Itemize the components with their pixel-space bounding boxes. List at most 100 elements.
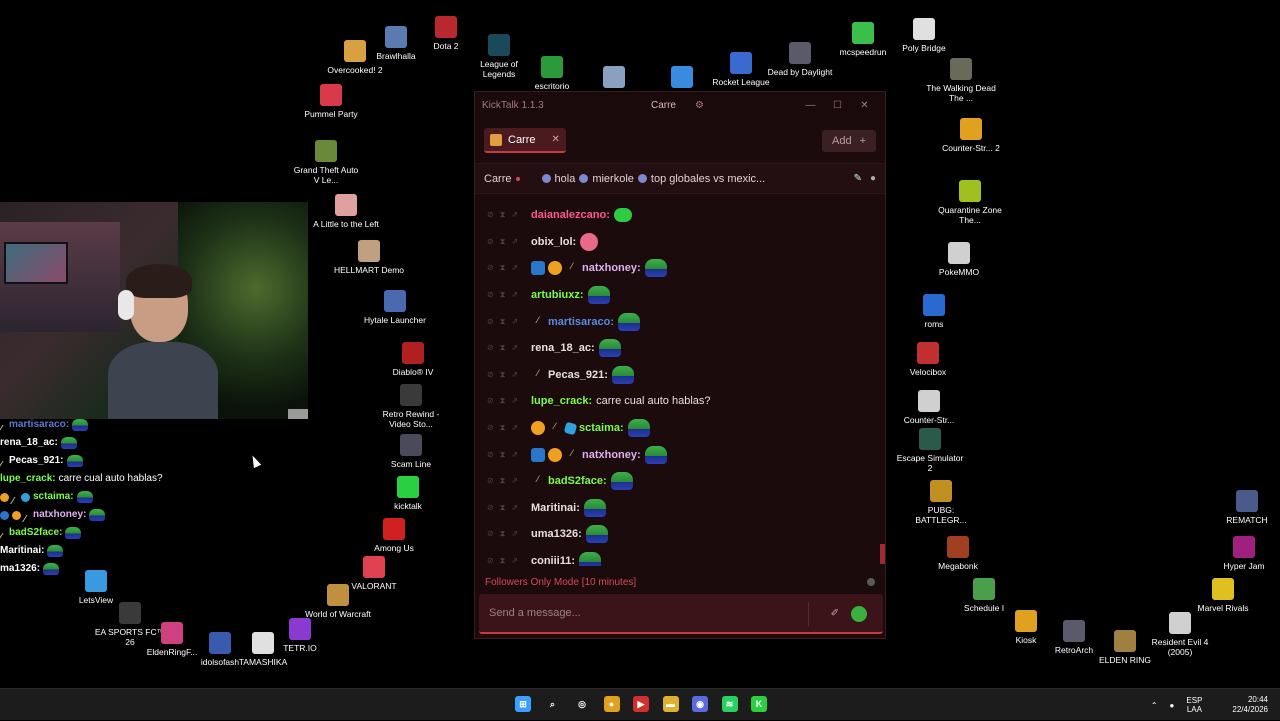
ban-icon[interactable]: ⊘ bbox=[487, 556, 494, 566]
chat-username[interactable]: daianalezcano: bbox=[531, 209, 610, 221]
desktop-icon[interactable]: Overcooked! 2 bbox=[319, 40, 391, 75]
desktop-icon[interactable]: Poly Bridge bbox=[888, 18, 960, 53]
delete-icon[interactable]: ⇗ bbox=[511, 423, 518, 433]
chat-scrollbar[interactable] bbox=[880, 544, 885, 564]
timeout-icon[interactable]: ⧗ bbox=[500, 370, 506, 380]
delete-icon[interactable]: ⇗ bbox=[511, 396, 518, 406]
ban-icon[interactable]: ⊘ bbox=[487, 210, 494, 220]
ban-icon[interactable]: ⊘ bbox=[487, 237, 494, 247]
chat-username[interactable]: natxhoney: bbox=[582, 449, 641, 461]
desktop-icon[interactable]: Megabonk bbox=[922, 536, 994, 571]
chat-input-placeholder[interactable]: Send a message... bbox=[489, 607, 581, 619]
timeout-icon[interactable]: ⧗ bbox=[500, 317, 506, 327]
ban-icon[interactable]: ⊘ bbox=[487, 503, 494, 513]
delete-icon[interactable]: ⇗ bbox=[511, 290, 518, 300]
ban-icon[interactable]: ⊘ bbox=[487, 343, 494, 353]
minimize-button[interactable]: — bbox=[797, 100, 824, 111]
tab-carre[interactable]: Carre ✕ bbox=[484, 128, 566, 153]
timeout-icon[interactable]: ⧗ bbox=[500, 210, 506, 220]
desktop-icon[interactable]: TAMASHIKA bbox=[227, 632, 299, 667]
desktop-icon[interactable]: Counter-Str... bbox=[893, 390, 965, 425]
chat-username[interactable]: uma1326: bbox=[531, 528, 582, 540]
timeout-icon[interactable]: ⧗ bbox=[500, 423, 506, 433]
chevron-up-icon[interactable]: ⌃ bbox=[1151, 701, 1158, 710]
chat-username[interactable]: obix_lol: bbox=[531, 236, 576, 248]
desktop-icon[interactable]: The Walking Dead The ... bbox=[925, 58, 997, 103]
timeout-icon[interactable]: ⧗ bbox=[500, 263, 506, 273]
delete-icon[interactable]: ⇗ bbox=[511, 503, 518, 513]
delete-icon[interactable]: ⇗ bbox=[511, 370, 518, 380]
desktop-icon[interactable]: ELDEN RING bbox=[1089, 630, 1161, 665]
desktop-icon[interactable]: Pummel Party bbox=[295, 84, 367, 119]
timeout-icon[interactable]: ⧗ bbox=[500, 450, 506, 460]
desktop-icon[interactable]: Dead by Daylight bbox=[764, 42, 836, 77]
maximize-button[interactable]: ☐ bbox=[824, 100, 851, 111]
ban-icon[interactable]: ⊘ bbox=[487, 370, 494, 380]
timeout-icon[interactable]: ⧗ bbox=[500, 503, 506, 513]
taskbar-kicktalk-icon[interactable]: K bbox=[751, 696, 767, 712]
ban-icon[interactable]: ⊘ bbox=[487, 396, 494, 406]
timeout-icon[interactable]: ⧗ bbox=[500, 476, 506, 486]
desktop-icon[interactable]: Retro Rewind - Video Sto... bbox=[375, 384, 447, 429]
desktop-icon[interactable]: Quarantine Zone The... bbox=[934, 180, 1006, 225]
desktop-icon[interactable]: Counter-Str... 2 bbox=[935, 118, 1007, 153]
desktop-icon[interactable]: PUBG: BATTLEGR... bbox=[905, 480, 977, 525]
ban-icon[interactable]: ⊘ bbox=[487, 290, 494, 300]
delete-icon[interactable]: ⇗ bbox=[511, 529, 518, 539]
info-icon[interactable] bbox=[867, 578, 875, 586]
desktop-icon[interactable]: Among Us bbox=[358, 518, 430, 553]
delete-icon[interactable]: ⇗ bbox=[511, 237, 518, 247]
timeout-icon[interactable]: ⧗ bbox=[500, 556, 506, 566]
chat-input[interactable]: Send a message... ✐ bbox=[479, 594, 883, 634]
taskbar-chrome-icon[interactable]: ● bbox=[603, 696, 620, 712]
ban-icon[interactable]: ⊘ bbox=[487, 476, 494, 486]
desktop-icon[interactable]: Schedule I bbox=[948, 578, 1020, 613]
taskbar-spotify-icon[interactable]: ≋ bbox=[721, 696, 738, 712]
chat-username[interactable]: lupe_crack: bbox=[531, 395, 592, 407]
tab-close-icon[interactable]: ✕ bbox=[552, 134, 560, 145]
desktop-icon[interactable]: Hytale Launcher bbox=[359, 290, 431, 325]
desktop-icon[interactable]: Escape Simulator 2 bbox=[894, 428, 966, 473]
clock[interactable]: 20:44 22/4/2026 bbox=[1232, 695, 1268, 715]
delete-icon[interactable]: ⇗ bbox=[511, 317, 518, 327]
desktop-icon[interactable]: roms bbox=[898, 294, 970, 329]
desktop-icon[interactable]: PokeMMO bbox=[923, 242, 995, 277]
desktop-icon[interactable]: Grand Theft Auto V Le... bbox=[290, 140, 362, 185]
chat-username[interactable]: coniii11: bbox=[531, 555, 575, 566]
language-indicator[interactable]: ESP LAA bbox=[1186, 696, 1202, 714]
desktop-icon[interactable]: Scam Line bbox=[375, 434, 447, 469]
titlebar-channel-label[interactable]: Carre bbox=[651, 100, 676, 111]
close-button[interactable]: ✕ bbox=[851, 100, 878, 111]
settings-gear-icon[interactable]: ⚙ bbox=[686, 100, 713, 111]
emote-picker-icon[interactable] bbox=[851, 606, 867, 622]
delete-icon[interactable]: ⇗ bbox=[511, 263, 518, 273]
chat-username[interactable]: sctaima: bbox=[579, 422, 624, 434]
translate-icon[interactable]: ✐ bbox=[831, 608, 839, 619]
desktop-icon[interactable]: Diablo® IV bbox=[377, 342, 449, 377]
timeout-icon[interactable]: ⧗ bbox=[500, 343, 506, 353]
chat-username[interactable]: natxhoney: bbox=[582, 262, 641, 274]
chat-username[interactable]: Pecas_921: bbox=[548, 369, 608, 381]
add-channel-button[interactable]: Add + bbox=[821, 129, 876, 152]
microphone-icon[interactable]: ● bbox=[1170, 701, 1175, 710]
timeout-icon[interactable]: ⧗ bbox=[500, 529, 506, 539]
timeout-icon[interactable]: ⧗ bbox=[500, 290, 506, 300]
ban-icon[interactable]: ⊘ bbox=[487, 423, 494, 433]
delete-icon[interactable]: ⇗ bbox=[511, 343, 518, 353]
taskbar-search-icon[interactable]: ⌕ bbox=[545, 696, 561, 712]
pin-icon[interactable]: ✎ bbox=[854, 173, 862, 184]
desktop-icon[interactable]: HELLMART Demo bbox=[333, 240, 405, 275]
taskbar-start-icon[interactable]: ⊞ bbox=[515, 696, 531, 712]
timeout-icon[interactable]: ⧗ bbox=[500, 396, 506, 406]
desktop-icon[interactable]: Hyper Jam bbox=[1208, 536, 1280, 571]
taskbar-files-icon[interactable]: ▬ bbox=[662, 696, 679, 712]
ban-icon[interactable]: ⊘ bbox=[487, 529, 494, 539]
user-icon[interactable]: ● bbox=[870, 173, 876, 184]
chat-username[interactable]: Maritinai: bbox=[531, 502, 580, 514]
timeout-icon[interactable]: ⧗ bbox=[500, 237, 506, 247]
delete-icon[interactable]: ⇗ bbox=[511, 450, 518, 460]
desktop-icon[interactable]: Velocibox bbox=[892, 342, 964, 377]
chat-username[interactable]: rena_18_ac: bbox=[531, 342, 595, 354]
desktop-icon[interactable]: A Little to the Left bbox=[310, 194, 382, 229]
desktop-icon[interactable]: kicktalk bbox=[372, 476, 444, 511]
